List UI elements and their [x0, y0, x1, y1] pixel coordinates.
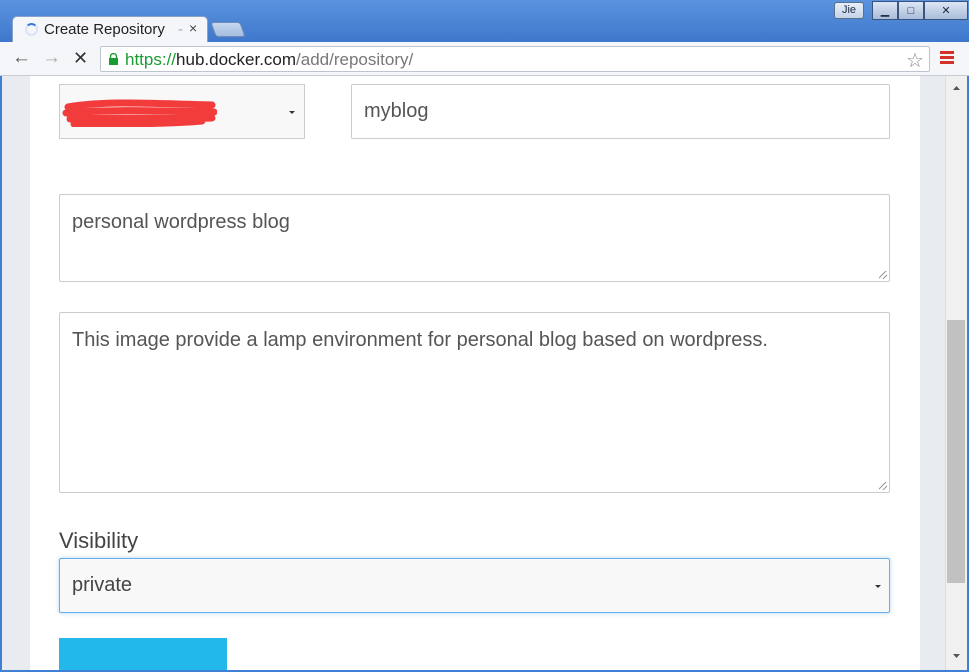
browser-toolbar: ← → ✕ https://hub.docker.com/add/reposit… [0, 42, 969, 76]
full-description-text: This image provide a lamp environment fo… [72, 329, 768, 351]
scroll-down-icon[interactable] [946, 650, 967, 662]
url-host: hub.docker.com [176, 50, 297, 69]
namespace-select[interactable] [59, 84, 305, 139]
lock-icon [109, 53, 118, 65]
window-controls: ▁ □ ✕ [872, 1, 968, 20]
tab-title-overflow: - [178, 21, 183, 38]
profile-badge[interactable]: Jie [834, 2, 864, 19]
create-button[interactable] [59, 638, 227, 670]
tab-close-icon[interactable]: × [189, 20, 197, 36]
tab-title: Create Repository [44, 21, 165, 38]
loading-spinner-icon [25, 23, 38, 36]
close-window-button[interactable]: ✕ [924, 1, 968, 20]
visibility-select[interactable]: private [59, 558, 890, 613]
vertical-scrollbar[interactable] [945, 76, 967, 670]
maximize-button[interactable]: □ [898, 1, 924, 20]
visibility-value: private [72, 574, 133, 596]
create-repository-form: myblog personal wordpress blog This imag… [30, 76, 920, 670]
scroll-up-icon[interactable] [946, 82, 967, 94]
url-scheme: https:// [125, 50, 177, 69]
forward-icon[interactable]: → [42, 47, 61, 69]
redaction-scribble [62, 99, 217, 127]
new-tab-button[interactable] [210, 22, 246, 37]
back-icon[interactable]: ← [12, 47, 31, 69]
short-description-text: personal wordpress blog [72, 211, 290, 233]
title-bar: Jie ▁ □ ✕ Create Repository - × [0, 0, 969, 43]
short-description-input[interactable]: personal wordpress blog [59, 194, 890, 282]
url-text: https://hub.docker.com/add/repository/ [125, 50, 413, 70]
chevron-down-icon [875, 585, 881, 588]
tab-create-repository[interactable]: Create Repository - × [12, 16, 208, 43]
minimize-button[interactable]: ▁ [872, 1, 898, 20]
chevron-down-icon [289, 111, 295, 114]
resize-handle-icon[interactable] [879, 271, 887, 279]
scrollbar-thumb[interactable] [947, 320, 965, 583]
address-bar[interactable]: https://hub.docker.com/add/repository/ ☆ [100, 46, 930, 72]
repository-name-input[interactable]: myblog [351, 84, 890, 139]
menu-icon[interactable] [940, 51, 954, 65]
page-viewport: myblog personal wordpress blog This imag… [2, 76, 967, 670]
full-description-input[interactable]: This image provide a lamp environment fo… [59, 312, 890, 493]
stop-icon[interactable]: ✕ [73, 48, 88, 69]
resize-handle-icon[interactable] [879, 482, 887, 490]
visibility-label: Visibility [59, 528, 139, 553]
window-border-left [0, 76, 2, 672]
url-path: /add/repository/ [296, 50, 414, 69]
bookmark-star-icon[interactable]: ☆ [906, 48, 924, 73]
